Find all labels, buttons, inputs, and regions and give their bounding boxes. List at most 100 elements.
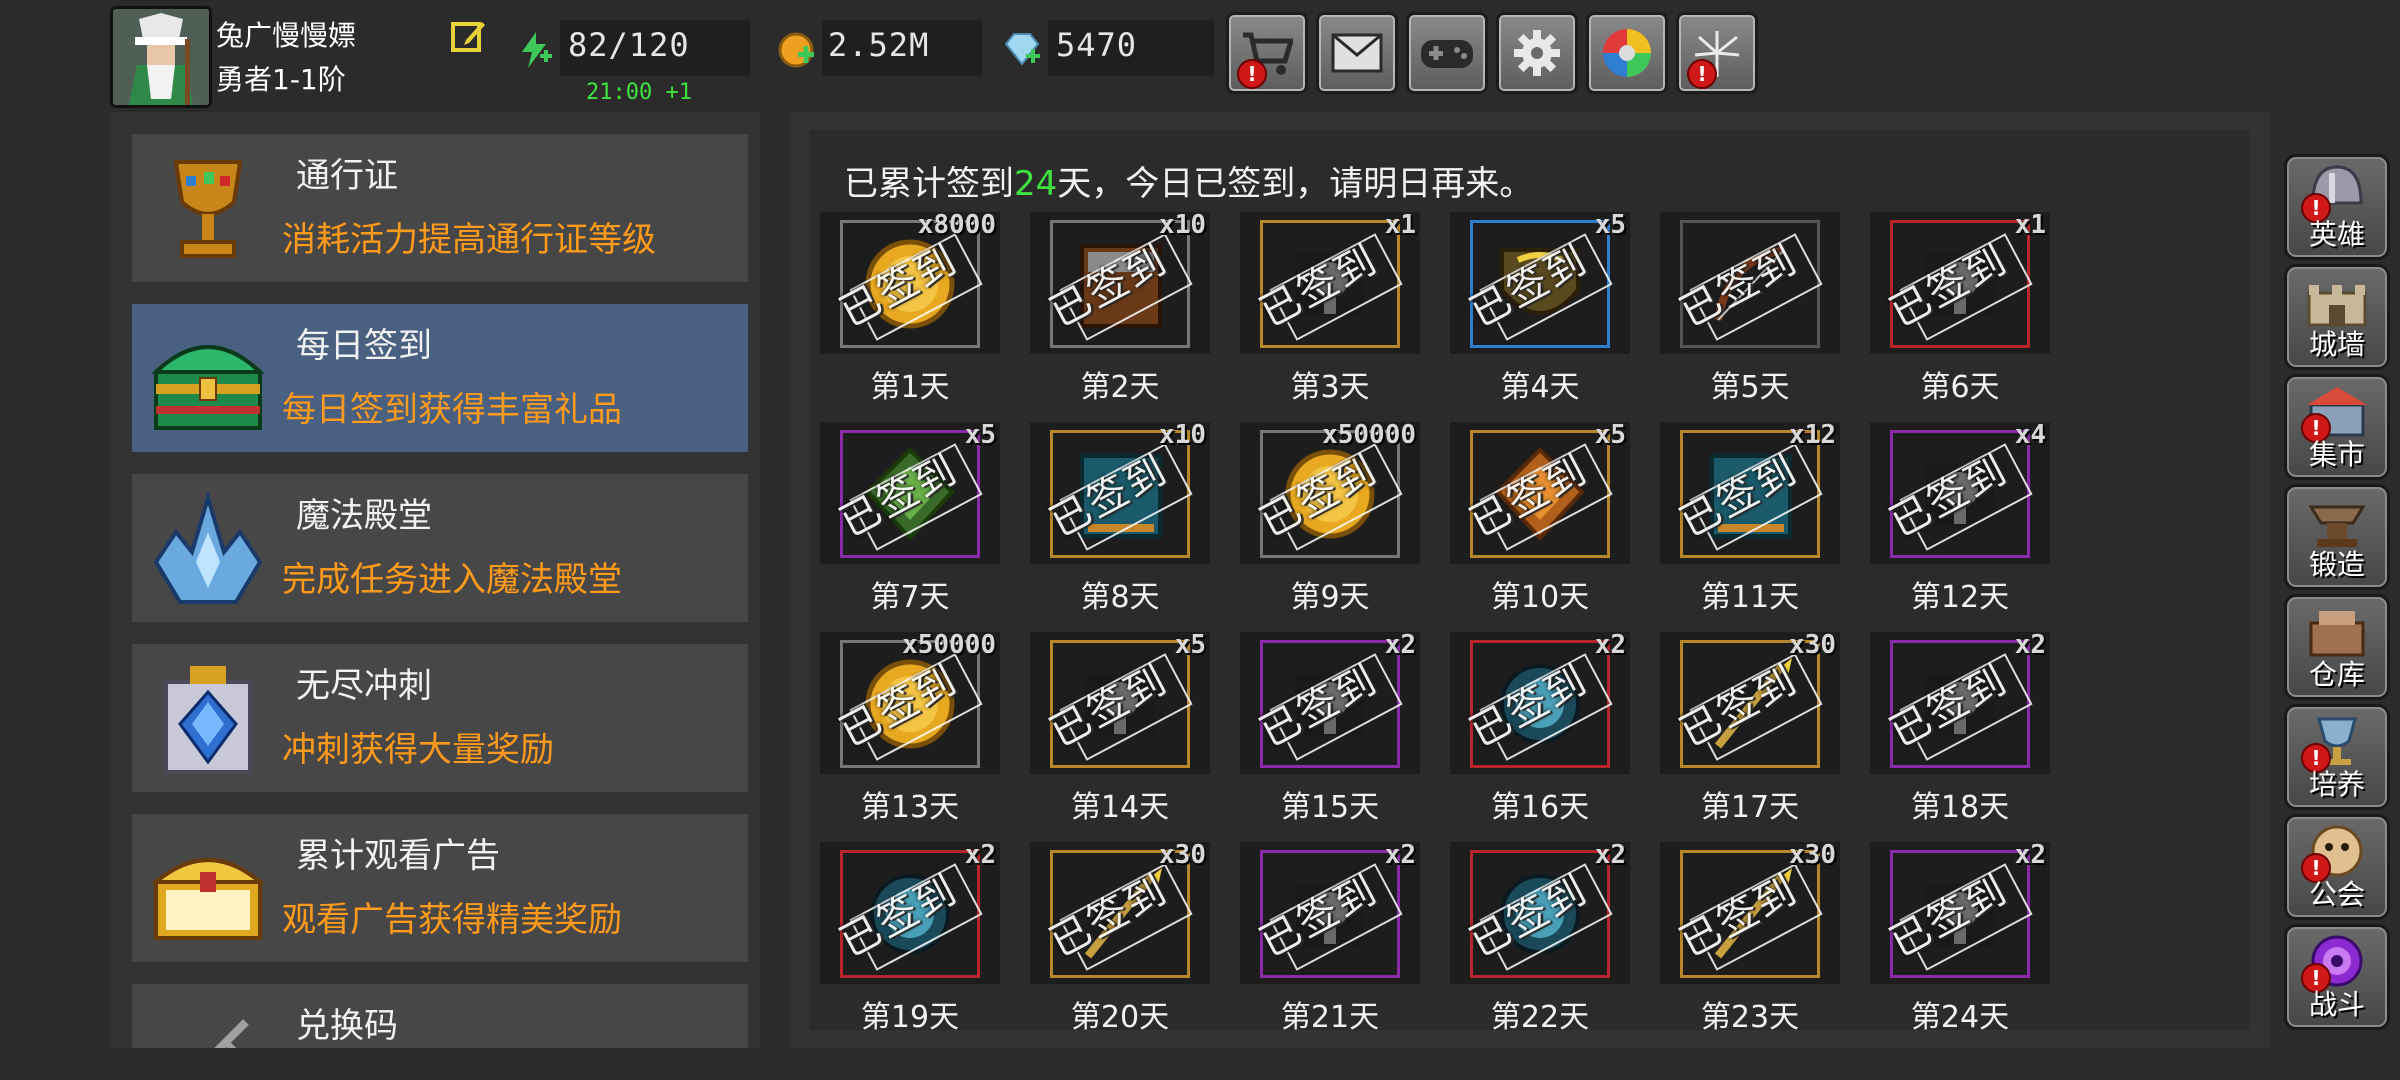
reward-slot: 已签到 x1 (1870, 210, 2050, 354)
reward-cell[interactable]: 已签到 x2 第15天 (1240, 630, 1422, 832)
reward-quantity: x2 (1384, 630, 1416, 660)
reward-cell[interactable]: 已签到 x5 第4天 (1450, 210, 1632, 412)
reward-cell[interactable]: 已签到 x5 第14天 (1030, 630, 1212, 832)
nav-label: 城墙 (2308, 328, 2365, 361)
reward-day-label: 第18天 (1910, 790, 2010, 825)
reward-cell[interactable]: 已签到 x8000 第1天 (820, 210, 1002, 412)
reward-cell[interactable]: 已签到 x1 第3天 (1240, 210, 1422, 412)
reward-slot: 已签到 x30 (1660, 630, 1840, 774)
signin-suffix: 天，今日已签到，请明日再来。 (1057, 164, 1534, 204)
menu-desc: 观看广告获得精美奖励 (282, 900, 622, 940)
gamepad-button[interactable] (1406, 12, 1488, 94)
crystal-crown-icon (153, 492, 263, 604)
reward-slot: 已签到 x8000 (820, 210, 1000, 354)
nav-anvil-button[interactable]: 锻造 (2284, 484, 2390, 590)
mail-icon (1331, 33, 1383, 73)
reward-quantity: x5 (964, 420, 996, 450)
shop-button[interactable]: ! (1226, 12, 1308, 94)
reward-cell[interactable]: 已签到 x2 第24天 (1870, 840, 2052, 1042)
menu-item-magic-hall[interactable]: 魔法殿堂 完成任务进入魔法殿堂 (132, 474, 748, 622)
reward-slot: 已签到 x12 (1660, 420, 1840, 564)
nav-label: 英雄 (2308, 218, 2365, 251)
reward-slot: 已签到 x4 (1870, 420, 2050, 564)
reward-cell[interactable]: 已签到 x2 第16天 (1450, 630, 1632, 832)
gamepad-icon (1421, 40, 1473, 68)
menu-item-watch-ads[interactable]: 累计观看广告 观看广告获得精美奖励 (132, 814, 748, 962)
nav-goblet-button[interactable]: ! 培养 (2284, 704, 2390, 810)
reward-cell[interactable]: 已签到 x2 第19天 (820, 840, 1002, 1042)
reward-quantity: x5 (1594, 210, 1626, 240)
reward-slot: 已签到 x30 (1660, 840, 1840, 984)
signin-prefix: 已累计签到 (844, 164, 1014, 204)
menu-desc: 完成任务进入魔法殿堂 (282, 560, 622, 600)
color-wheel-button[interactable] (1586, 12, 1668, 94)
reward-cell[interactable]: 已签到 x5 第10天 (1450, 420, 1632, 622)
menu-title: 累计观看广告 (296, 836, 500, 876)
reward-day-label: 第7天 (870, 580, 950, 615)
reward-cell[interactable]: 已签到 x10 第8天 (1030, 420, 1212, 622)
nav-warehouse-button[interactable]: 仓库 (2284, 594, 2390, 700)
reward-day-label: 第20天 (1070, 1000, 1170, 1035)
nav-market-button[interactable]: ! 集市 (2284, 374, 2390, 480)
treasure-chest-icon (151, 345, 265, 430)
reward-quantity: x2 (1384, 840, 1416, 870)
reward-cell[interactable]: 已签到 x4 第12天 (1870, 420, 2052, 622)
reward-cell[interactable]: 已签到 x1 第6天 (1870, 210, 2052, 412)
signin-grid-container: 已累计签到24天，今日已签到，请明日再来。 已签到 x8000 第1天 已签到 x10 第… (810, 130, 2250, 1035)
reward-quantity: x5 (1594, 420, 1626, 450)
reward-cell[interactable]: 已签到 x2 第21天 (1240, 840, 1422, 1042)
reward-day-label: 第5天 (1710, 370, 1790, 405)
mail-button[interactable] (1316, 12, 1398, 94)
reward-quantity: x50000 (902, 630, 996, 660)
menu-item-redeem-code[interactable]: 兑换码 (132, 984, 748, 1048)
reward-quantity: x30 (1789, 630, 1836, 660)
reward-slot: 已签到 x5 (1030, 630, 1210, 774)
gear-icon (1514, 30, 1560, 76)
nav-guild-button[interactable]: ! 公会 (2284, 814, 2390, 920)
player-rank: 勇者1-1阶 (216, 63, 346, 96)
edit-name-button[interactable] (450, 18, 486, 54)
player-name: 兔广慢慢嫖 (216, 19, 357, 52)
menu-title: 兑换码 (296, 1006, 398, 1046)
gold-coin-icon[interactable] (776, 30, 816, 70)
menu-item-endless-sprint[interactable]: 无尽冲刺 冲刺获得大量奖励 (132, 644, 748, 792)
reward-cell[interactable]: 已签到 x30 第20天 (1030, 840, 1212, 1042)
fireworks-button[interactable]: ! (1676, 12, 1758, 94)
reward-cell[interactable]: 已签到 x2 第22天 (1450, 840, 1632, 1042)
reward-day-label: 第8天 (1080, 580, 1160, 615)
reward-cell[interactable]: 已签到 x5 第7天 (820, 420, 1002, 622)
player-avatar[interactable] (110, 6, 212, 108)
nav-label: 集市 (2308, 438, 2365, 471)
reward-cell[interactable]: 已签到 x2 第18天 (1870, 630, 2052, 832)
reward-quantity: x10 (1159, 420, 1206, 450)
activity-menu: 通行证 消耗活力提高通行证等级 每日签到 每日签到获得丰富礼品 魔法殿堂 完成任… (110, 112, 760, 1048)
reward-slot: 已签到 x5 (1450, 420, 1630, 564)
reward-day-label: 第2天 (1080, 370, 1160, 405)
key-icon (214, 1019, 249, 1048)
settings-button[interactable] (1496, 12, 1578, 94)
nav-castle-wall-button[interactable]: 城墙 (2284, 264, 2390, 370)
reward-quantity: x50000 (1322, 420, 1416, 450)
castle-wall-icon (2307, 285, 2367, 327)
diamond-icon[interactable] (1002, 30, 1042, 70)
reward-cell[interactable]: 已签到 x50000 第13天 (820, 630, 1002, 832)
reward-day-label: 第23天 (1700, 1000, 1800, 1035)
warehouse-icon (2309, 611, 2365, 657)
reward-quantity: x30 (1159, 840, 1206, 870)
nav-portal-button[interactable]: ! 战斗 (2284, 924, 2390, 1030)
reward-day-label: 第1天 (870, 370, 950, 405)
menu-title: 魔法殿堂 (296, 496, 432, 536)
nav-helmet-button[interactable]: ! 英雄 (2284, 154, 2390, 260)
reward-cell[interactable]: 已签到 x30 第17天 (1660, 630, 1842, 832)
reward-cell[interactable]: 已签到 第5天 (1660, 212, 1842, 412)
reward-quantity: x5 (1174, 630, 1206, 660)
menu-item-daily-signin[interactable]: 每日签到 每日签到获得丰富礼品 (132, 304, 748, 452)
reward-cell[interactable]: 已签到 x30 第23天 (1660, 840, 1842, 1042)
menu-item-pass[interactable]: 通行证 消耗活力提高通行证等级 (132, 134, 748, 282)
reward-cell[interactable]: 已签到 x12 第11天 (1660, 420, 1842, 622)
menu-desc: 冲刺获得大量奖励 (282, 730, 554, 770)
reward-cell[interactable]: 已签到 x10 第2天 (1030, 210, 1212, 412)
nav-label: 培养 (2308, 768, 2365, 801)
reward-cell[interactable]: 已签到 x50000 第9天 (1240, 420, 1422, 622)
reward-quantity: x8000 (917, 210, 996, 240)
